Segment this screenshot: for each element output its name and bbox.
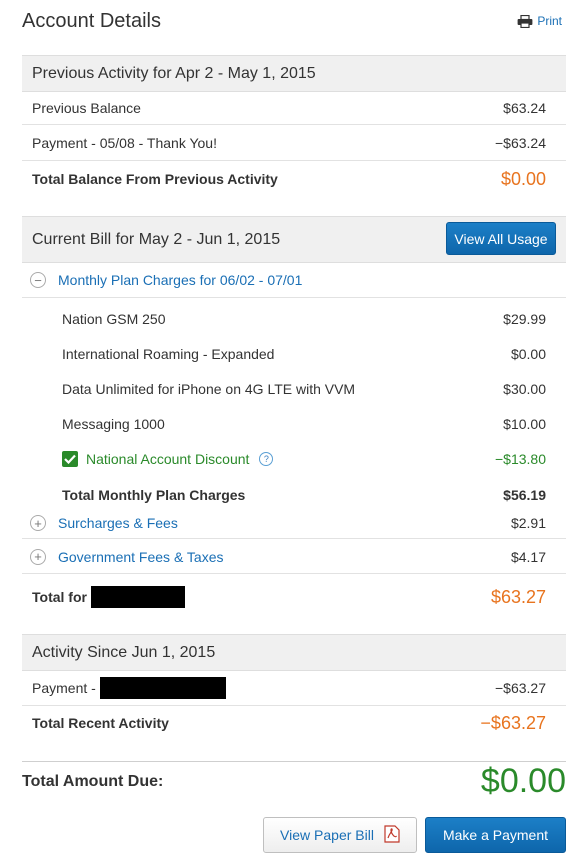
view-paper-bill-button[interactable]: View Paper Bill bbox=[263, 817, 417, 853]
discount-row: National Account Discount ? −$13.80 bbox=[22, 442, 566, 476]
pdf-icon bbox=[384, 824, 400, 846]
total-for-row: Total for $63.27 bbox=[22, 578, 566, 616]
checkmark-icon bbox=[62, 451, 78, 467]
monthly-plan-toggle-row[interactable]: − Monthly Plan Charges for 06/02 - 07/01 bbox=[22, 263, 566, 298]
row-label: Nation GSM 250 bbox=[62, 311, 166, 327]
government-fees-amount: $4.17 bbox=[510, 548, 546, 565]
printer-icon bbox=[517, 14, 533, 28]
plan-item-row: Data Unlimited for iPhone on 4G LTE with… bbox=[52, 372, 566, 406]
make-payment-button[interactable]: Make a Payment bbox=[425, 817, 566, 853]
total-label: Total Balance From Previous Activity bbox=[32, 171, 278, 187]
page-title: Account Details bbox=[22, 10, 161, 32]
row-amount: $10.00 bbox=[503, 416, 546, 432]
payment-row: Payment - 05/08 - Thank You! −$63.24 bbox=[22, 125, 566, 161]
row-amount: −$63.27 bbox=[495, 680, 546, 696]
amount-due-label: Total Amount Due: bbox=[22, 773, 164, 790]
total-amount: −$63.27 bbox=[480, 712, 546, 733]
recent-total-row: Total Recent Activity −$63.27 bbox=[22, 706, 566, 740]
print-link[interactable]: Print bbox=[517, 14, 562, 28]
total-for-label: Total for bbox=[32, 589, 87, 605]
row-amount: $30.00 bbox=[503, 381, 546, 397]
row-amount: $0.00 bbox=[510, 346, 546, 362]
row-label: Payment - bbox=[32, 680, 96, 696]
discount-amount: −$13.80 bbox=[495, 451, 546, 467]
surcharges-amount: $2.91 bbox=[510, 515, 546, 531]
activity-since-heading: Activity Since Jun 1, 2015 bbox=[22, 634, 566, 671]
total-label: Total Recent Activity bbox=[32, 715, 169, 731]
redacted-block bbox=[90, 586, 185, 608]
row-label: Data Unlimited for iPhone on 4G LTE with… bbox=[62, 381, 356, 397]
plan-item-row: Messaging 1000 $10.00 bbox=[52, 407, 566, 441]
government-fees-link[interactable]: Government Fees & Taxes bbox=[58, 549, 223, 565]
previous-total-row: Total Balance From Previous Activity $0.… bbox=[22, 161, 566, 197]
previous-activity-heading: Previous Activity for Apr 2 - May 1, 201… bbox=[22, 55, 566, 92]
row-label: International Roaming - Expanded bbox=[62, 346, 275, 362]
total-plan-amount: $56.19 bbox=[503, 487, 546, 503]
row-amount: −$63.24 bbox=[495, 134, 546, 151]
monthly-plan-link[interactable]: Monthly Plan Charges for 06/02 - 07/01 bbox=[58, 272, 302, 288]
total-plan-label: Total Monthly Plan Charges bbox=[62, 487, 246, 503]
collapse-icon[interactable]: − bbox=[30, 272, 46, 288]
government-fees-row[interactable]: + Government Fees & Taxes $4.17 bbox=[22, 540, 566, 574]
amount-due-value: $0.00 bbox=[480, 762, 566, 800]
row-label: Messaging 1000 bbox=[62, 416, 165, 432]
total-for-amount: $63.27 bbox=[490, 586, 546, 607]
discount-label: National Account Discount bbox=[86, 451, 250, 467]
redacted-block bbox=[99, 677, 226, 699]
print-label: Print bbox=[537, 14, 562, 28]
view-all-usage-button[interactable]: View All Usage bbox=[446, 222, 556, 255]
row-label: Payment - 05/08 - Thank You! bbox=[32, 134, 217, 151]
row-amount: $29.99 bbox=[503, 311, 546, 327]
recent-payment-row: Payment - −$63.27 bbox=[22, 671, 566, 706]
expand-icon[interactable]: + bbox=[30, 515, 46, 531]
paper-bill-label: View Paper Bill bbox=[280, 827, 374, 843]
previous-balance-row: Previous Balance $63.24 bbox=[22, 92, 566, 125]
total-plan-row: Total Monthly Plan Charges $56.19 bbox=[52, 478, 566, 512]
expand-icon[interactable]: + bbox=[30, 548, 46, 565]
row-amount: $63.24 bbox=[503, 100, 546, 116]
help-icon[interactable]: ? bbox=[259, 452, 274, 466]
plan-item-row: International Roaming - Expanded $0.00 bbox=[52, 337, 566, 371]
surcharges-link[interactable]: Surcharges & Fees bbox=[58, 515, 178, 531]
surcharges-row[interactable]: + Surcharges & Fees $2.91 bbox=[22, 508, 566, 539]
plan-item-row: Nation GSM 250 $29.99 bbox=[52, 302, 566, 336]
row-label: Previous Balance bbox=[32, 100, 141, 116]
total-amount: $0.00 bbox=[500, 168, 546, 189]
